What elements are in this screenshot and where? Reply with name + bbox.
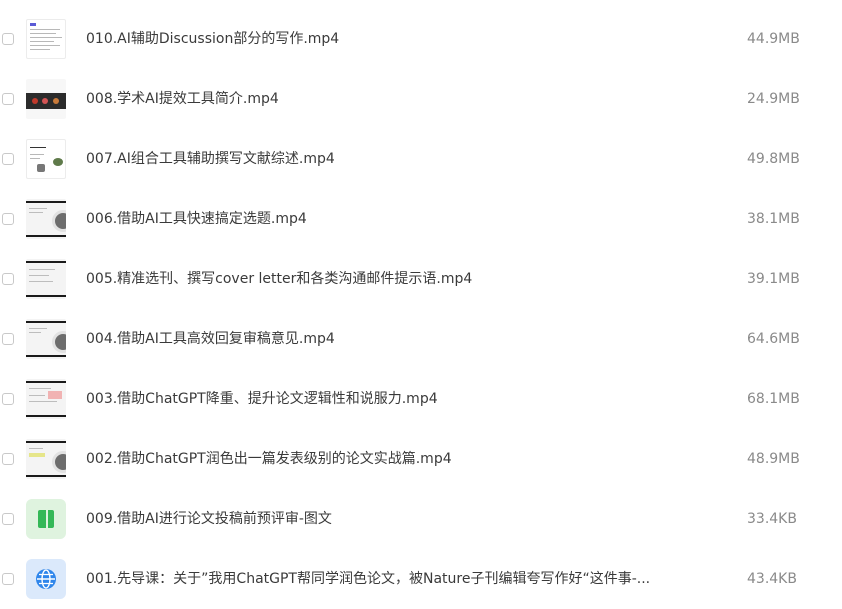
web-globe-icon (26, 559, 66, 599)
file-name[interactable]: 006.借助AI工具快速搞定选题.mp4 (86, 209, 307, 229)
file-row[interactable]: 010.AI辅助Discussion部分的写作.mp4 44.9MB (0, 9, 842, 69)
file-size: 48.9MB (747, 451, 800, 467)
file-size: 39.1MB (747, 271, 800, 287)
file-name[interactable]: 007.AI组合工具辅助撰写文献综述.mp4 (86, 149, 335, 169)
row-checkbox[interactable] (2, 33, 14, 45)
file-size: 64.6MB (747, 331, 800, 347)
row-checkbox[interactable] (2, 153, 14, 165)
row-checkbox[interactable] (2, 573, 14, 585)
file-row[interactable]: 001.先导课：关于”我用ChatGPT帮同学润色论文，被Nature子刊编辑夸… (0, 549, 842, 609)
file-size: 33.4KB (747, 511, 797, 527)
file-row[interactable]: 003.借助ChatGPT降重、提升论文逻辑性和说服力.mp4 68.1MB (0, 369, 842, 429)
row-checkbox[interactable] (2, 393, 14, 405)
file-row[interactable]: 007.AI组合工具辅助撰写文献综述.mp4 49.8MB (0, 129, 842, 189)
row-checkbox[interactable] (2, 333, 14, 345)
file-name[interactable]: 010.AI辅助Discussion部分的写作.mp4 (86, 29, 339, 49)
file-name[interactable]: 004.借助AI工具高效回复审稿意见.mp4 (86, 329, 335, 349)
slides-thumbnail (26, 79, 66, 119)
file-name[interactable]: 002.借助ChatGPT润色出一篇发表级别的论文实战篇.mp4 (86, 449, 452, 469)
doc-page-thumbnail (26, 19, 66, 59)
video-thumbnail (26, 199, 66, 239)
file-size: 43.4KB (747, 571, 797, 587)
row-checkbox[interactable] (2, 513, 14, 525)
file-name[interactable]: 008.学术AI提效工具简介.mp4 (86, 89, 279, 109)
file-row[interactable]: 005.精准选刊、撰写cover letter和各类沟通邮件提示语.mp4 39… (0, 249, 842, 309)
file-size: 44.9MB (747, 31, 800, 47)
diagram-thumbnail (26, 139, 66, 179)
row-checkbox[interactable] (2, 213, 14, 225)
file-size: 49.8MB (747, 151, 800, 167)
video-thumbnail (26, 319, 66, 359)
document-icon (26, 499, 66, 539)
file-row[interactable]: 002.借助ChatGPT润色出一篇发表级别的论文实战篇.mp4 48.9MB (0, 429, 842, 489)
video-thumbnail (26, 259, 66, 299)
video-thumbnail (26, 439, 66, 479)
file-name[interactable]: 005.精准选刊、撰写cover letter和各类沟通邮件提示语.mp4 (86, 269, 472, 289)
file-name[interactable]: 003.借助ChatGPT降重、提升论文逻辑性和说服力.mp4 (86, 389, 438, 409)
file-size: 24.9MB (747, 91, 800, 107)
row-checkbox[interactable] (2, 453, 14, 465)
file-size: 38.1MB (747, 211, 800, 227)
video-thumbnail (26, 379, 66, 419)
file-row[interactable]: 006.借助AI工具快速搞定选题.mp4 38.1MB (0, 189, 842, 249)
file-size: 68.1MB (747, 391, 800, 407)
row-checkbox[interactable] (2, 273, 14, 285)
row-checkbox[interactable] (2, 93, 14, 105)
file-row[interactable]: 009.借助AI进行论文投稿前预评审-图文 33.4KB (0, 489, 842, 549)
file-row[interactable]: 004.借助AI工具高效回复审稿意见.mp4 64.6MB (0, 309, 842, 369)
file-row[interactable]: 008.学术AI提效工具简介.mp4 24.9MB (0, 69, 842, 129)
file-name[interactable]: 001.先导课：关于”我用ChatGPT帮同学润色论文，被Nature子刊编辑夸… (86, 569, 650, 589)
file-name[interactable]: 009.借助AI进行论文投稿前预评审-图文 (86, 509, 332, 529)
